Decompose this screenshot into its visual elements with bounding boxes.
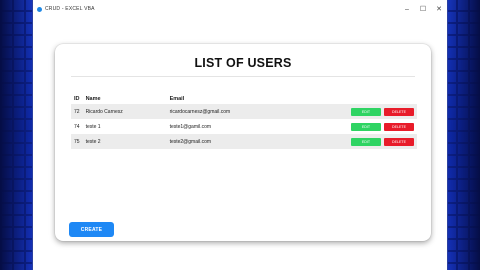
- app-window: CRUD - EXCEL VBA – ☐ ✕ LIST OF USERS ID …: [32, 0, 448, 270]
- table-row: 74 teste 1 teste1@gamil.com EDIT DELETE: [71, 119, 417, 134]
- table-header-row: ID Name Email: [71, 94, 417, 104]
- cell-actions: EDIT DELETE: [328, 104, 417, 119]
- cell-email: ricardocarnesz@gmail.com: [166, 104, 329, 119]
- cell-email: teste2@gmail.com: [166, 134, 329, 149]
- cell-email: teste1@gamil.com: [166, 119, 329, 134]
- cell-id: 75: [71, 134, 83, 149]
- app-icon: [37, 6, 42, 12]
- delete-button[interactable]: DELETE: [384, 107, 414, 116]
- header-email: Email: [169, 96, 185, 102]
- minimize-icon[interactable]: –: [399, 0, 415, 18]
- delete-button[interactable]: DELETE: [384, 137, 414, 146]
- title-divider: [71, 76, 415, 77]
- header-name: Name: [85, 96, 101, 102]
- table-row: 75 teste 2 teste2@gmail.com EDIT DELETE: [71, 134, 417, 149]
- edit-button[interactable]: EDIT: [351, 122, 381, 131]
- delete-button[interactable]: DELETE: [384, 122, 414, 131]
- cell-actions: EDIT DELETE: [328, 119, 417, 134]
- edit-button[interactable]: EDIT: [351, 137, 381, 146]
- header-actions: [329, 94, 417, 104]
- cell-name: teste 1: [82, 119, 167, 134]
- create-button[interactable]: CREATE: [69, 222, 114, 237]
- title-bar: CRUD - EXCEL VBA – ☐ ✕: [33, 0, 447, 18]
- maximize-icon[interactable]: ☐: [415, 0, 431, 18]
- cell-name: Ricardo Carnesz: [82, 104, 167, 119]
- table-row: 72 Ricardo Carnesz ricardocarnesz@gmail.…: [71, 104, 417, 119]
- cell-id: 72: [71, 104, 83, 119]
- page-title: LIST OF USERS: [194, 56, 292, 70]
- cell-name: teste 2: [82, 134, 167, 149]
- window-title: CRUD - EXCEL VBA: [45, 6, 95, 12]
- users-card: LIST OF USERS ID Name Email 72 Ricardo C…: [55, 44, 431, 241]
- header-id: ID: [74, 96, 80, 102]
- close-icon[interactable]: ✕: [431, 0, 447, 18]
- edit-button[interactable]: EDIT: [351, 107, 381, 116]
- users-table: ID Name Email 72 Ricardo Carnesz ricardo…: [71, 94, 417, 149]
- cell-id: 74: [71, 119, 83, 134]
- cell-actions: EDIT DELETE: [328, 134, 417, 149]
